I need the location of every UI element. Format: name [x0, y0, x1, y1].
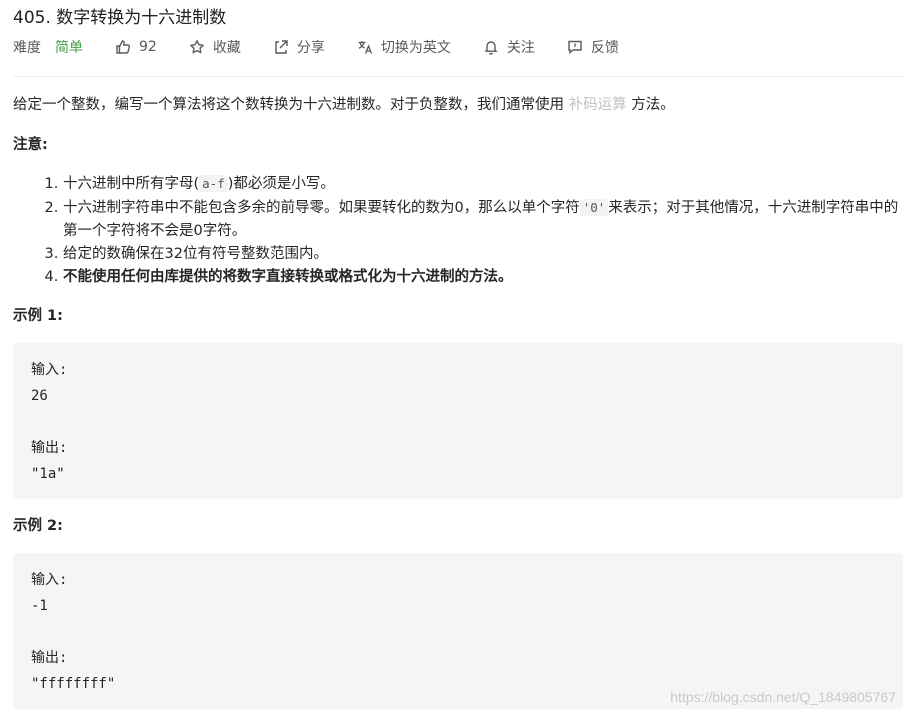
example-input-label: 输入:	[31, 362, 68, 378]
note-text: 给定的数确保在32位有符号整数范围内。	[63, 246, 328, 262]
problem-toolbar: 难度 简单 92 收藏 分享 切换为英文 关注 反馈	[13, 36, 651, 58]
difficulty-badge: 简单	[55, 40, 83, 56]
like-button[interactable]: 92	[115, 39, 157, 55]
note-item-1: 十六进制中所有字母(a-f)都必须是小写。	[63, 172, 903, 196]
notes-list: 十六进制中所有字母(a-f)都必须是小写。 十六进制字符串中不能包含多余的前导零…	[13, 172, 903, 289]
inline-code: a-f	[199, 175, 228, 192]
feedback-label: 反馈	[590, 40, 619, 56]
intro-end: 方法。	[631, 97, 675, 113]
twos-complement-link[interactable]: 补码运算	[569, 97, 627, 113]
note-text: )都必须是小写。	[227, 176, 335, 192]
example-input-label: 输入:	[31, 572, 68, 588]
star-icon	[189, 40, 204, 54]
translate-button[interactable]: 切换为英文	[357, 37, 451, 57]
favorite-label: 收藏	[212, 40, 241, 56]
problem-description: 给定一个整数，编写一个算法将这个数转换为十六进制数。对于负整数，我们通常使用 补…	[13, 94, 903, 709]
example-2-title: 示例 2:	[13, 518, 63, 534]
note-heading: 注意:	[13, 137, 48, 153]
inline-code: '0'	[579, 199, 609, 216]
example-output-label: 输出:	[31, 650, 68, 666]
share-icon	[275, 40, 288, 54]
intro-paragraph: 给定一个整数，编写一个算法将这个数转换为十六进制数。对于负整数，我们通常使用 补…	[13, 94, 903, 116]
note-item-2: 十六进制字符串中不能包含多余的前导零。如果要转化的数为0，那么以单个字符'0'来…	[63, 196, 903, 243]
share-label: 分享	[296, 40, 325, 56]
example-input-value: -1	[31, 598, 48, 614]
difficulty-label: 难度	[13, 40, 41, 56]
bell-icon	[484, 41, 498, 55]
example-output-label: 输出:	[31, 440, 68, 456]
feedback-icon	[568, 40, 582, 54]
favorite-button[interactable]: 收藏	[189, 37, 241, 57]
translate-icon	[358, 41, 372, 54]
header-divider	[13, 76, 904, 77]
note-text: 不能使用任何由库提供的将数字直接转换或格式化为十六进制的方法。	[63, 269, 513, 285]
watermark: https://blog.csdn.net/Q_1849805767	[670, 689, 896, 705]
example-output-value: "ffffffff"	[31, 676, 116, 692]
follow-button[interactable]: 关注	[483, 37, 535, 57]
example-1-title: 示例 1:	[13, 308, 63, 324]
example-output-value: "1a"	[31, 466, 65, 482]
problem-title: 405. 数字转换为十六进制数	[13, 8, 227, 28]
note-item-3: 给定的数确保在32位有符号整数范围内。	[63, 243, 903, 266]
note-text: 十六进制中所有字母(	[63, 176, 200, 192]
example-input-value: 26	[31, 388, 48, 404]
likes-count: 92	[139, 39, 157, 55]
thumbs-up-icon	[116, 40, 131, 54]
translate-label: 切换为英文	[380, 40, 451, 56]
example-2-block: 输入: -1 输出: "ffffffff"	[13, 553, 903, 709]
note-item-4: 不能使用任何由库提供的将数字直接转换或格式化为十六进制的方法。	[63, 266, 903, 289]
share-button[interactable]: 分享	[273, 37, 325, 57]
example-1-block: 输入: 26 输出: "1a"	[13, 343, 903, 499]
note-text: 十六进制字符串中不能包含多余的前导零。如果要转化的数为0，那么以单个字符	[63, 200, 580, 216]
follow-label: 关注	[506, 40, 535, 56]
feedback-button[interactable]: 反馈	[567, 37, 619, 57]
intro-text: 给定一个整数，编写一个算法将这个数转换为十六进制数。对于负整数，我们通常使用	[13, 97, 564, 113]
